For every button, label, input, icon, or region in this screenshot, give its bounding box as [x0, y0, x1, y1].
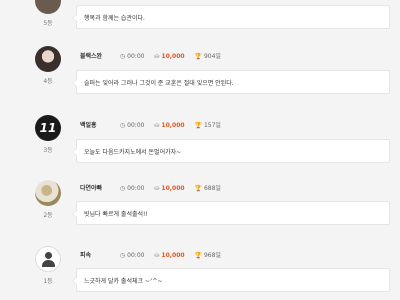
user-name[interactable]: 백일홍: [80, 121, 118, 131]
coin-icon: ⛀: [154, 252, 160, 259]
time: 00:00: [127, 185, 145, 192]
avatar[interactable]: 11: [35, 115, 61, 141]
rank-label: 5등: [43, 20, 53, 27]
comment-text: 오늘도 다음드카지노에서 돈벌어가자~: [84, 149, 182, 156]
trophy-icon: 🏆: [194, 53, 202, 60]
clock-icon: ◷: [119, 252, 126, 259]
trophy-icon: 🏆: [194, 252, 202, 259]
clock-icon: ◷: [119, 53, 126, 60]
rank-label: 4등: [43, 78, 53, 85]
points: 10,000: [161, 185, 185, 192]
avatar[interactable]: [35, 180, 61, 206]
rank-column: 11 3등: [30, 115, 66, 154]
trophy-icon: 🏆: [194, 185, 202, 192]
points: 10,000: [161, 122, 185, 129]
entry-header: 다연아빠 ◷ 00:00 ⛀ 10,000 🏆 688일: [80, 184, 229, 194]
entry-header: 백일홍 ◷ 00:00 ⛀ 10,000 🏆 157일: [80, 121, 229, 131]
points: 10,000: [161, 53, 185, 60]
rank-column: 4등: [30, 46, 66, 85]
days: 157일: [203, 122, 221, 129]
clock-icon: ◷: [119, 185, 126, 192]
user-name[interactable]: 피속: [80, 251, 118, 261]
comment-bubble: 느긋하게 달카 출석체크 ~ᐟ^~: [72, 268, 390, 292]
clock-icon: ◷: [119, 122, 126, 129]
entry-header: 피속 ◷ 00:00 ⛀ 10,000 🏆 968일: [80, 251, 229, 261]
days: 968일: [203, 252, 221, 259]
user-icon[interactable]: [35, 246, 61, 272]
rank-label: 2등: [43, 212, 53, 219]
avatar[interactable]: [35, 0, 61, 14]
rank-column: 5등: [30, 0, 66, 27]
comment-text: 느긋하게 달카 출석체크 ~ᐟ^~: [84, 278, 163, 285]
comment-bubble: 오늘도 다음드카지노에서 돈벌어가자~: [72, 139, 390, 163]
coin-icon: ⛀: [154, 122, 160, 129]
user-name[interactable]: 다연아빠: [80, 184, 118, 194]
coin-icon: ⛀: [154, 185, 160, 192]
time: 00:00: [127, 53, 145, 60]
rank-label: 3등: [43, 147, 53, 154]
comment-bubble: 슬퍼는 잊어라 그러나 그것이 준 교훈은 절대 잊으면 안된다.: [72, 70, 390, 94]
days: 904일: [203, 53, 221, 60]
entry-header: 블랙스완 ◷ 00:00 ⛀ 10,000 🏆 904일: [80, 52, 229, 62]
coin-icon: ⛀: [154, 53, 160, 60]
comment-text: 행복과 함께는 습관이다.: [84, 15, 145, 22]
points: 10,000: [161, 252, 185, 259]
avatar[interactable]: [35, 46, 61, 72]
rank-column: 1등: [30, 246, 66, 285]
time: 00:00: [127, 252, 145, 259]
days: 688일: [203, 185, 221, 192]
time: 00:00: [127, 122, 145, 129]
comment-text: 빗님다 빠르게 출석출석!!: [84, 211, 148, 218]
comment-bubble: 행복과 함께는 습관이다.: [72, 5, 390, 29]
rank-column: 2등: [30, 180, 66, 219]
rank-label: 1등: [43, 278, 53, 285]
trophy-icon: 🏆: [194, 122, 202, 129]
user-name[interactable]: 블랙스완: [80, 52, 118, 62]
comment-text: 슬퍼는 잊어라 그러나 그것이 준 교훈은 절대 잊으면 안된다.: [84, 80, 234, 87]
comment-bubble: 빗님다 빠르게 출석출석!!: [72, 201, 390, 225]
